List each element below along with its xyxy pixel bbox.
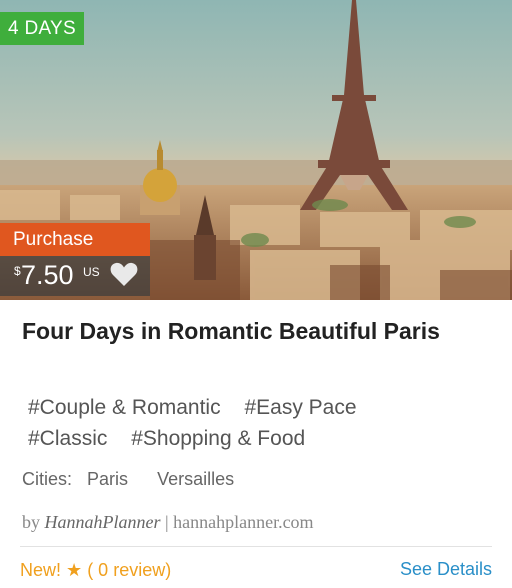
tag-list: #Couple & Romantic #Easy Pace #Classic #…: [28, 392, 498, 454]
city-item[interactable]: Paris: [87, 469, 128, 489]
tag[interactable]: #Easy Pace: [244, 392, 356, 423]
city-item[interactable]: Versailles: [157, 469, 234, 489]
rating-line: New! ★ ( 0 review): [20, 560, 171, 581]
tag-row: #Classic #Shopping & Food: [28, 423, 498, 454]
see-details-link[interactable]: See Details: [400, 559, 492, 580]
currency-symbol: $: [14, 264, 21, 278]
byline-separator: |: [165, 512, 169, 532]
new-label: New!: [20, 560, 62, 580]
cities-line: Cities: Paris Versailles: [22, 469, 258, 490]
days-badge: 4 DAYS: [0, 12, 84, 45]
currency-unit: US: [83, 265, 100, 279]
price-value: 7.50: [21, 260, 74, 290]
purchase-button[interactable]: Purchase: [0, 223, 150, 256]
tag[interactable]: #Couple & Romantic: [28, 392, 221, 423]
tag[interactable]: #Classic: [28, 423, 107, 454]
cities-label: Cities:: [22, 469, 73, 489]
author-byline: by HannahPlanner | hannahplanner.com: [22, 512, 314, 533]
trip-card[interactable]: 4 DAYS Purchase $ 7.50 US Four Days in R…: [0, 0, 512, 588]
author-link[interactable]: HannahPlanner: [45, 512, 161, 532]
price-box: $ 7.50 US: [0, 256, 150, 296]
divider: [20, 546, 492, 547]
heart-icon[interactable]: [110, 261, 138, 287]
trip-title[interactable]: Four Days in Romantic Beautiful Paris: [22, 316, 492, 347]
paris-hero-image[interactable]: 4 DAYS Purchase $ 7.50 US: [0, 0, 512, 300]
star-icon: ★: [66, 560, 83, 580]
by-prefix: by: [22, 512, 40, 532]
tag-row: #Couple & Romantic #Easy Pace: [28, 392, 498, 423]
author-site[interactable]: hannahplanner.com: [173, 512, 313, 532]
tag[interactable]: #Shopping & Food: [131, 423, 305, 454]
review-count[interactable]: ( 0 review): [87, 560, 171, 580]
